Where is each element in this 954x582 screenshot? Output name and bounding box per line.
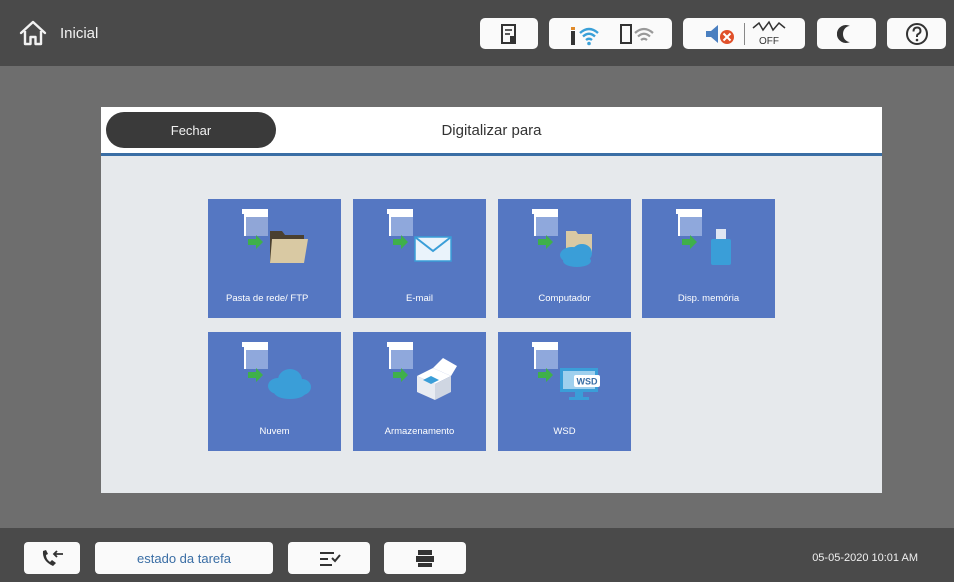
tile-label: Pasta de rede/ FTP [226, 292, 309, 304]
fax-off-text: OFF [759, 36, 779, 47]
job-info-button[interactable] [480, 18, 538, 49]
wsd-badge: WSD [577, 377, 598, 387]
printer-status-button[interactable] [384, 542, 466, 574]
mute-icon [705, 24, 734, 44]
tile-label: Computador [538, 292, 591, 304]
job-status-button[interactable]: estado da tarefa [95, 542, 273, 574]
job-queue-icon [320, 552, 341, 566]
dialog-header: Fechar Digitalizar para [101, 107, 882, 156]
tile-email[interactable]: E-mail [353, 199, 486, 318]
tile-label: Disp. memória [677, 292, 740, 304]
tile-label: Armazenamento [384, 425, 455, 437]
tile-computer[interactable]: Computador [498, 199, 631, 318]
email-icon [387, 209, 452, 262]
fax-off-icon: OFF [752, 20, 785, 47]
home-label: Inicial [60, 24, 99, 42]
sound-fax-button[interactable]: OFF [683, 18, 805, 49]
divider [743, 22, 745, 45]
wsd-icon: WSD [532, 342, 600, 400]
wifi-icon [570, 26, 599, 45]
tile-label: Nuvem [259, 425, 290, 437]
job-queue-button[interactable] [288, 542, 370, 574]
network-status-button[interactable] [549, 18, 672, 49]
tile-label: E-mail [406, 292, 433, 304]
phone-transfer-icon [42, 550, 63, 566]
network-folder-icon [242, 209, 308, 263]
tile-label: WSD [553, 425, 576, 437]
cloud-icon [242, 342, 311, 399]
computer-icon [532, 209, 592, 267]
close-button[interactable]: Fechar [106, 112, 276, 148]
tile-storage[interactable]: Armazenamento [353, 332, 486, 451]
job-info-icon [501, 23, 516, 44]
status-bar: Inicial OFF [0, 0, 954, 66]
tile-network-folder[interactable]: Pasta de rede/ FTP [208, 199, 341, 318]
help-icon [905, 22, 928, 45]
home-button[interactable]: Inicial [18, 16, 98, 50]
storage-icon [387, 342, 457, 400]
memory-device-icon [676, 209, 731, 265]
wifi-direct-icon [619, 23, 654, 44]
help-button[interactable] [887, 18, 946, 49]
tile-memory-device[interactable]: Disp. memória [642, 199, 775, 318]
fax-send-receive-button[interactable] [24, 542, 80, 574]
sleep-icon [836, 24, 850, 43]
tile-wsd[interactable]: WSD WSD [498, 332, 631, 451]
tile-cloud[interactable]: Nuvem [208, 332, 341, 451]
bottom-bar: estado da tarefa 05-05-2020 10:01 AM [0, 528, 954, 582]
printer-icon [416, 550, 434, 567]
datetime: 05-05-2020 10:01 AM [812, 552, 918, 564]
home-icon [19, 20, 47, 46]
sleep-button[interactable] [817, 18, 876, 49]
scan-to-dialog: Fechar Digitalizar para Pasta de rede/ F… [101, 107, 882, 493]
